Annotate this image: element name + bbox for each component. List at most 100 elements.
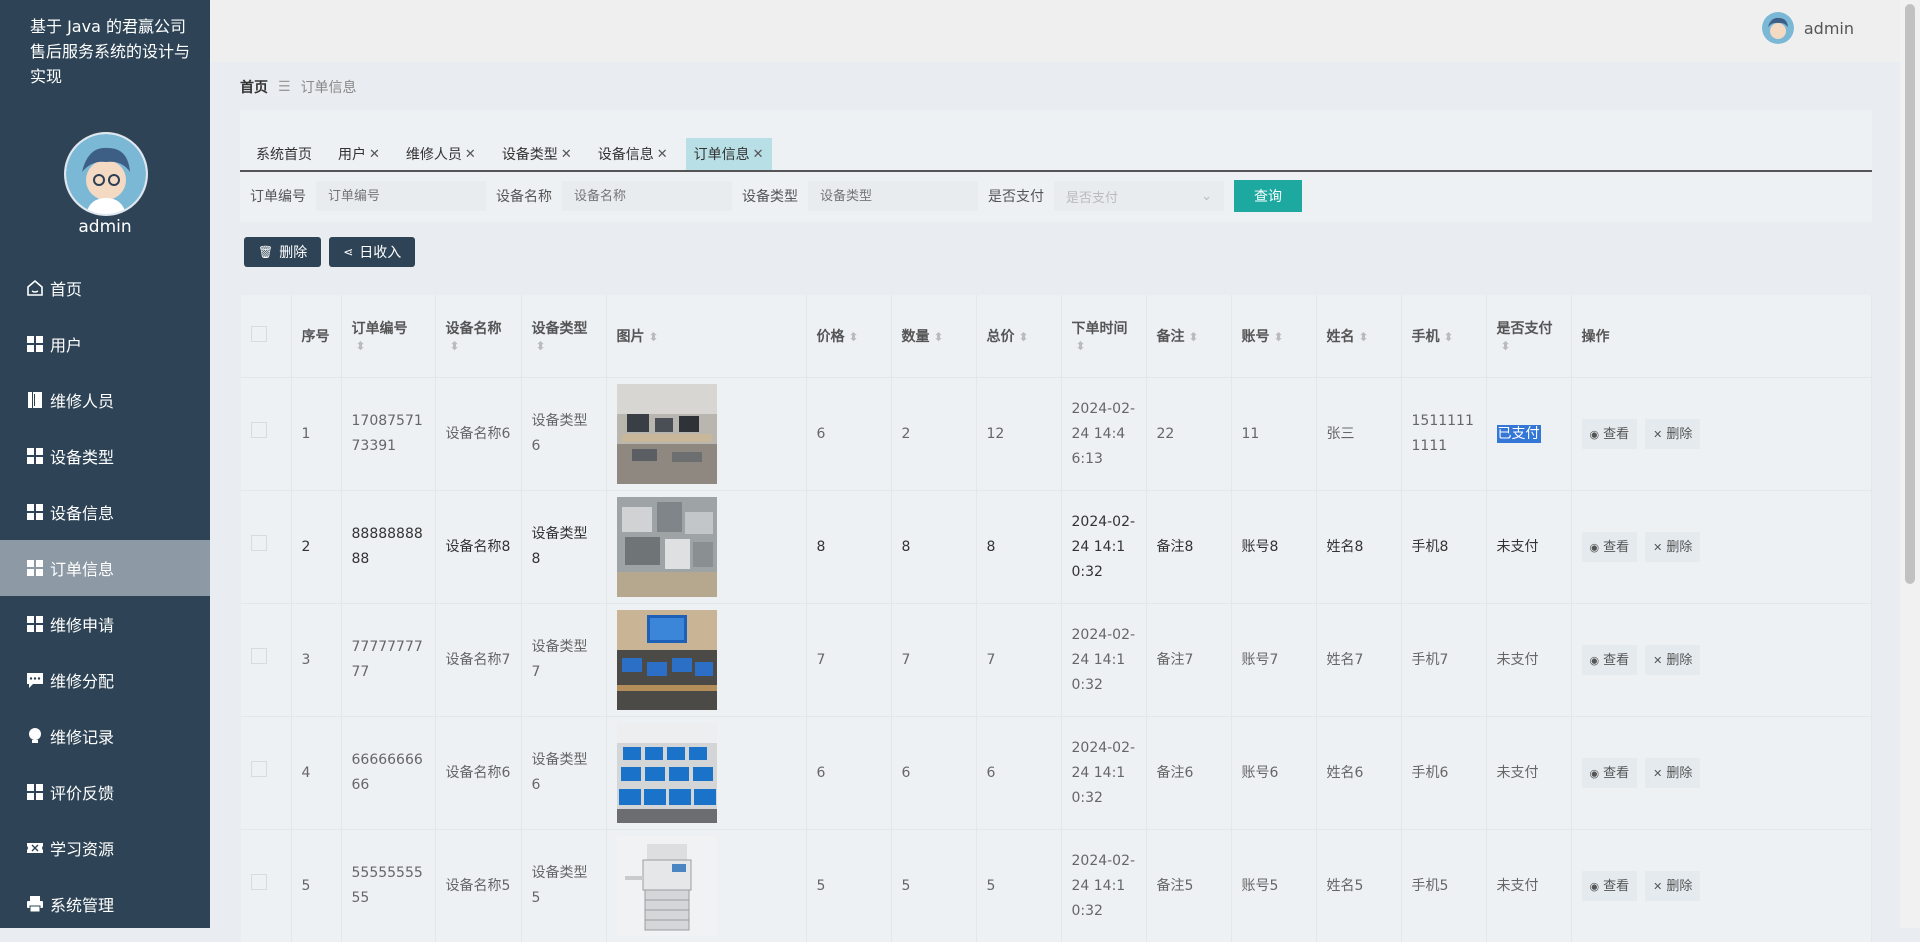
column-header[interactable]: 手机⬍ (1401, 295, 1486, 378)
close-icon: ✕ (1653, 535, 1662, 560)
close-icon[interactable]: ✕ (753, 147, 764, 162)
sidebar-item-4[interactable]: 设备信息 (0, 484, 210, 540)
delete-button[interactable]: ✕删除 (1645, 532, 1700, 562)
sidebar-item-11[interactable]: 系统管理 (0, 876, 210, 932)
column-header-label: 备注 (1157, 329, 1185, 345)
tab-label: 系统首页 (256, 144, 312, 164)
row-select[interactable] (241, 717, 291, 830)
device-type-input[interactable] (808, 181, 978, 211)
header-username[interactable]: admin (1804, 19, 1854, 38)
row-select[interactable] (241, 830, 291, 942)
batch-delete-button[interactable]: 🗑 删除 (244, 237, 321, 267)
sort-icon[interactable]: ⬍ (1444, 330, 1454, 344)
sort-icon[interactable]: ⬍ (649, 330, 659, 344)
sort-icon[interactable]: ⬍ (1076, 339, 1086, 353)
view-button[interactable]: ◉查看 (1582, 758, 1638, 788)
query-button[interactable]: 查询 (1234, 180, 1302, 212)
view-button[interactable]: ◉查看 (1582, 419, 1638, 449)
sort-icon[interactable]: ⬍ (536, 339, 546, 353)
sort-icon[interactable]: ⬍ (934, 330, 944, 344)
delete-button[interactable]: ✕删除 (1645, 758, 1700, 788)
row-checkbox[interactable] (251, 761, 267, 777)
column-header[interactable]: 账号⬍ (1231, 295, 1316, 378)
close-icon[interactable]: ✕ (561, 147, 572, 162)
cell-time: 2024-02-24 14:46:13 (1061, 378, 1146, 491)
delete-button[interactable]: ✕删除 (1645, 645, 1700, 675)
sidebar-item-3[interactable]: 设备类型 (0, 428, 210, 484)
sidebar-item-1[interactable]: 用户 (0, 316, 210, 372)
column-header[interactable]: 下单时间⬍ (1061, 295, 1146, 378)
cell-price: 7 (806, 604, 891, 717)
tab-3[interactable]: 设备类型✕ (494, 138, 580, 170)
close-icon[interactable]: ✕ (369, 147, 380, 162)
close-icon: ✕ (1653, 648, 1662, 673)
column-header-label: 图片 (617, 329, 645, 345)
delete-button[interactable]: ✕删除 (1645, 419, 1700, 449)
sort-icon[interactable]: ⬍ (1359, 330, 1369, 344)
cell-name: 张三 (1316, 378, 1401, 491)
column-header[interactable]: 设备名称⬍ (435, 295, 521, 378)
row-select[interactable] (241, 378, 291, 491)
row-select[interactable] (241, 604, 291, 717)
device-name-input[interactable] (562, 181, 732, 211)
close-icon[interactable]: ✕ (465, 147, 476, 162)
user-menu[interactable]: admin (1762, 12, 1854, 44)
cell-device-type: 设备类型5 (521, 830, 606, 942)
sidebar-item-7[interactable]: 维修分配 (0, 652, 210, 708)
sort-icon[interactable]: ⬍ (1019, 330, 1029, 344)
breadcrumb-current: 订单信息 (301, 77, 357, 97)
tab-1[interactable]: 用户✕ (330, 138, 388, 170)
sidebar-item-6[interactable]: 维修申请 (0, 596, 210, 652)
view-button[interactable]: ◉查看 (1582, 532, 1638, 562)
tab-2[interactable]: 维修人员✕ (398, 138, 484, 170)
column-header[interactable]: 图片 ⬍ (606, 295, 806, 378)
paid-select[interactable]: 是否支付 ⌄ (1054, 181, 1224, 211)
column-header[interactable]: 订单编号⬍ (341, 295, 435, 378)
column-header[interactable]: 备注 ⬍ (1146, 295, 1231, 378)
sort-icon[interactable]: ⬍ (849, 330, 859, 344)
breadcrumb-home[interactable]: 首页 (240, 77, 268, 97)
sort-icon[interactable]: ⬍ (450, 339, 460, 353)
column-header[interactable]: 数量⬍ (891, 295, 976, 378)
order-no-input[interactable] (316, 181, 486, 211)
sidebar-item-9[interactable]: 评价反馈 (0, 764, 210, 820)
select-all-checkbox[interactable] (251, 326, 267, 342)
sidebar-item-0[interactable]: 首页 (0, 260, 210, 316)
sidebar-item-5[interactable]: 订单信息 (0, 540, 210, 596)
tab-0[interactable]: 系统首页 (248, 138, 320, 170)
column-header[interactable]: 姓名⬍ (1316, 295, 1401, 378)
table-row: 28888888888设备名称8设备类型88882024-02-24 14:10… (241, 491, 1871, 604)
scrollbar-thumb[interactable] (1905, 4, 1915, 584)
sidebar-item-2[interactable]: 维修人员 (0, 372, 210, 428)
sidebar-item-10[interactable]: 学习资源 (0, 820, 210, 876)
close-icon[interactable]: ✕ (657, 147, 668, 162)
page-scrollbar[interactable] (1900, 0, 1920, 928)
cell-price: 6 (806, 378, 891, 491)
column-header[interactable]: 是否支付⬍ (1486, 295, 1571, 378)
view-button[interactable]: ◉查看 (1582, 871, 1638, 901)
cell-qty: 5 (891, 830, 976, 942)
row-checkbox[interactable] (251, 422, 267, 438)
row-checkbox[interactable] (251, 874, 267, 890)
daily-income-button[interactable]: ⋖ 日收入 (329, 237, 415, 267)
row-select[interactable] (241, 491, 291, 604)
column-header: 操作 (1571, 295, 1871, 378)
sort-icon[interactable]: ⬍ (1189, 330, 1199, 344)
eye-icon: ◉ (1590, 874, 1600, 899)
view-button[interactable]: ◉查看 (1582, 645, 1638, 675)
cell-device-type: 设备类型8 (521, 491, 606, 604)
sort-icon[interactable]: ⬍ (356, 339, 366, 353)
sidebar-item-8[interactable]: 维修记录 (0, 708, 210, 764)
row-checkbox[interactable] (251, 535, 267, 551)
column-header[interactable]: 总价⬍ (976, 295, 1061, 378)
row-checkbox[interactable] (251, 648, 267, 664)
sort-icon[interactable]: ⬍ (1274, 330, 1284, 344)
tab-5[interactable]: 订单信息✕ (686, 138, 772, 170)
column-header[interactable]: 设备类型⬍ (521, 295, 606, 378)
sort-icon[interactable]: ⬍ (1501, 339, 1511, 353)
header-select-all[interactable] (241, 295, 291, 378)
tab-4[interactable]: 设备信息✕ (590, 138, 676, 170)
header-avatar[interactable] (1762, 12, 1794, 44)
delete-button[interactable]: ✕删除 (1645, 871, 1700, 901)
column-header[interactable]: 价格⬍ (806, 295, 891, 378)
